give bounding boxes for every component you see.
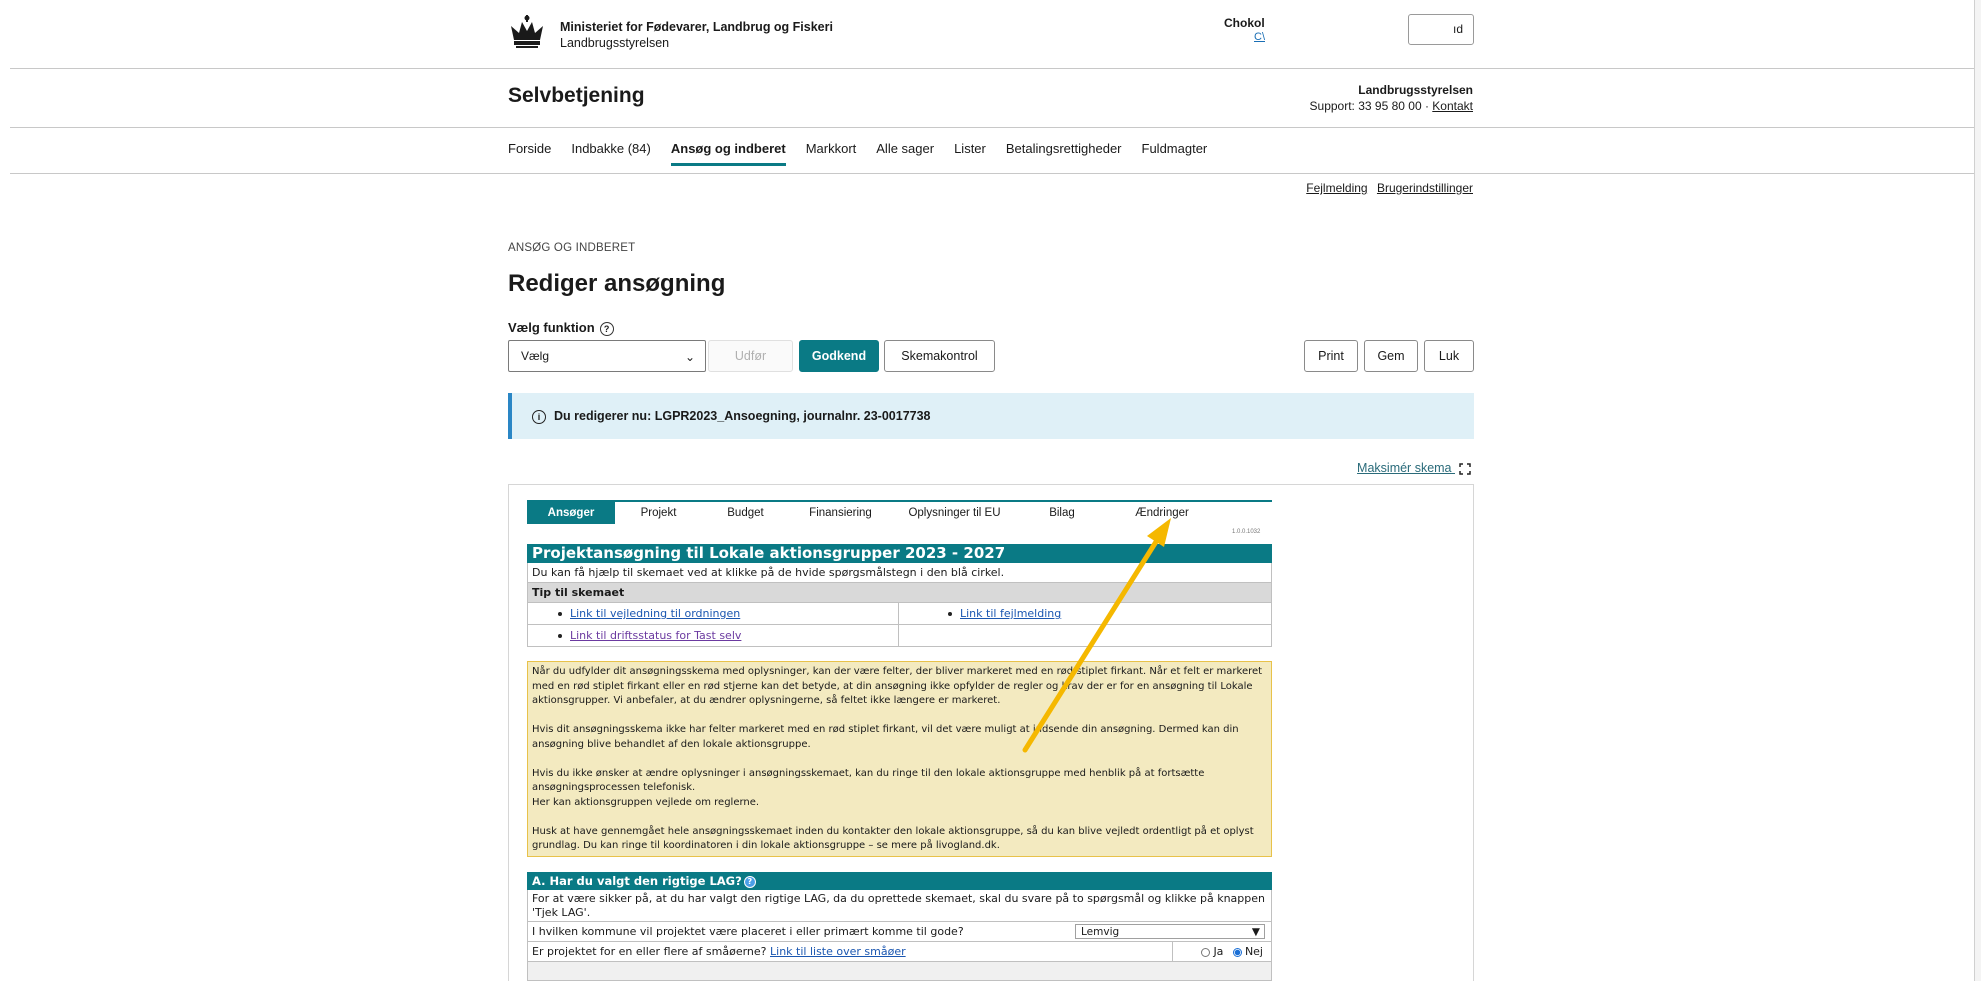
annotation-arrow: [1022, 518, 1171, 753]
arrow-head-icon: [1147, 518, 1171, 547]
arrow-shaft: [1022, 534, 1162, 753]
